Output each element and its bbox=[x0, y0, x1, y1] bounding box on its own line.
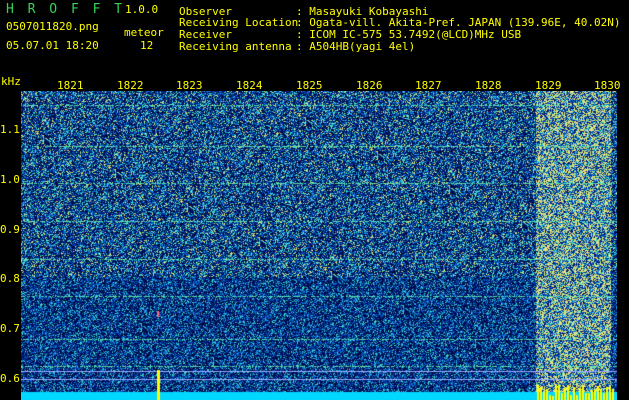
x-tick-1830: 1830 bbox=[594, 79, 621, 92]
app-title: H R O F F T bbox=[6, 2, 126, 17]
x-tick-1823: 1823 bbox=[176, 79, 203, 92]
y-tick-1.0: 1.0 bbox=[0, 173, 20, 186]
y-tick-1.1: 1.1 bbox=[0, 123, 20, 136]
date-time: 05.07.01 18:20 bbox=[6, 39, 99, 52]
spectrogram-canvas bbox=[21, 91, 617, 400]
x-tick-1824: 1824 bbox=[236, 79, 263, 92]
x-tick-1826: 1826 bbox=[356, 79, 383, 92]
app-version: 1.0.0 bbox=[125, 3, 159, 16]
y-tick-0.8: 0.8 bbox=[0, 272, 20, 285]
spectrogram-plot bbox=[21, 91, 617, 400]
antenna-label: Receiving antenna bbox=[179, 40, 292, 53]
y-tick-0.7: 0.7 bbox=[0, 322, 20, 335]
x-tick-1822: 1822 bbox=[117, 79, 144, 92]
x-tick-1821: 1821 bbox=[57, 79, 84, 92]
y-tick-0.6: 0.6 bbox=[0, 372, 20, 385]
hrofft-window: { "header": { "app_title": "H R O F F T"… bbox=[0, 0, 629, 400]
antenna-value: : A504HB(yagi 4el) bbox=[296, 40, 416, 53]
x-tick-1829: 1829 bbox=[535, 79, 562, 92]
y-axis-unit: kHz bbox=[1, 75, 21, 88]
meteor-count: 12 bbox=[140, 39, 154, 52]
x-tick-1825: 1825 bbox=[296, 79, 323, 92]
meteor-label: meteor bbox=[124, 26, 164, 39]
file-name: 0507011820.png bbox=[6, 20, 99, 33]
x-tick-1827: 1827 bbox=[415, 79, 442, 92]
x-tick-1828: 1828 bbox=[475, 79, 502, 92]
y-tick-0.9: 0.9 bbox=[0, 223, 20, 236]
